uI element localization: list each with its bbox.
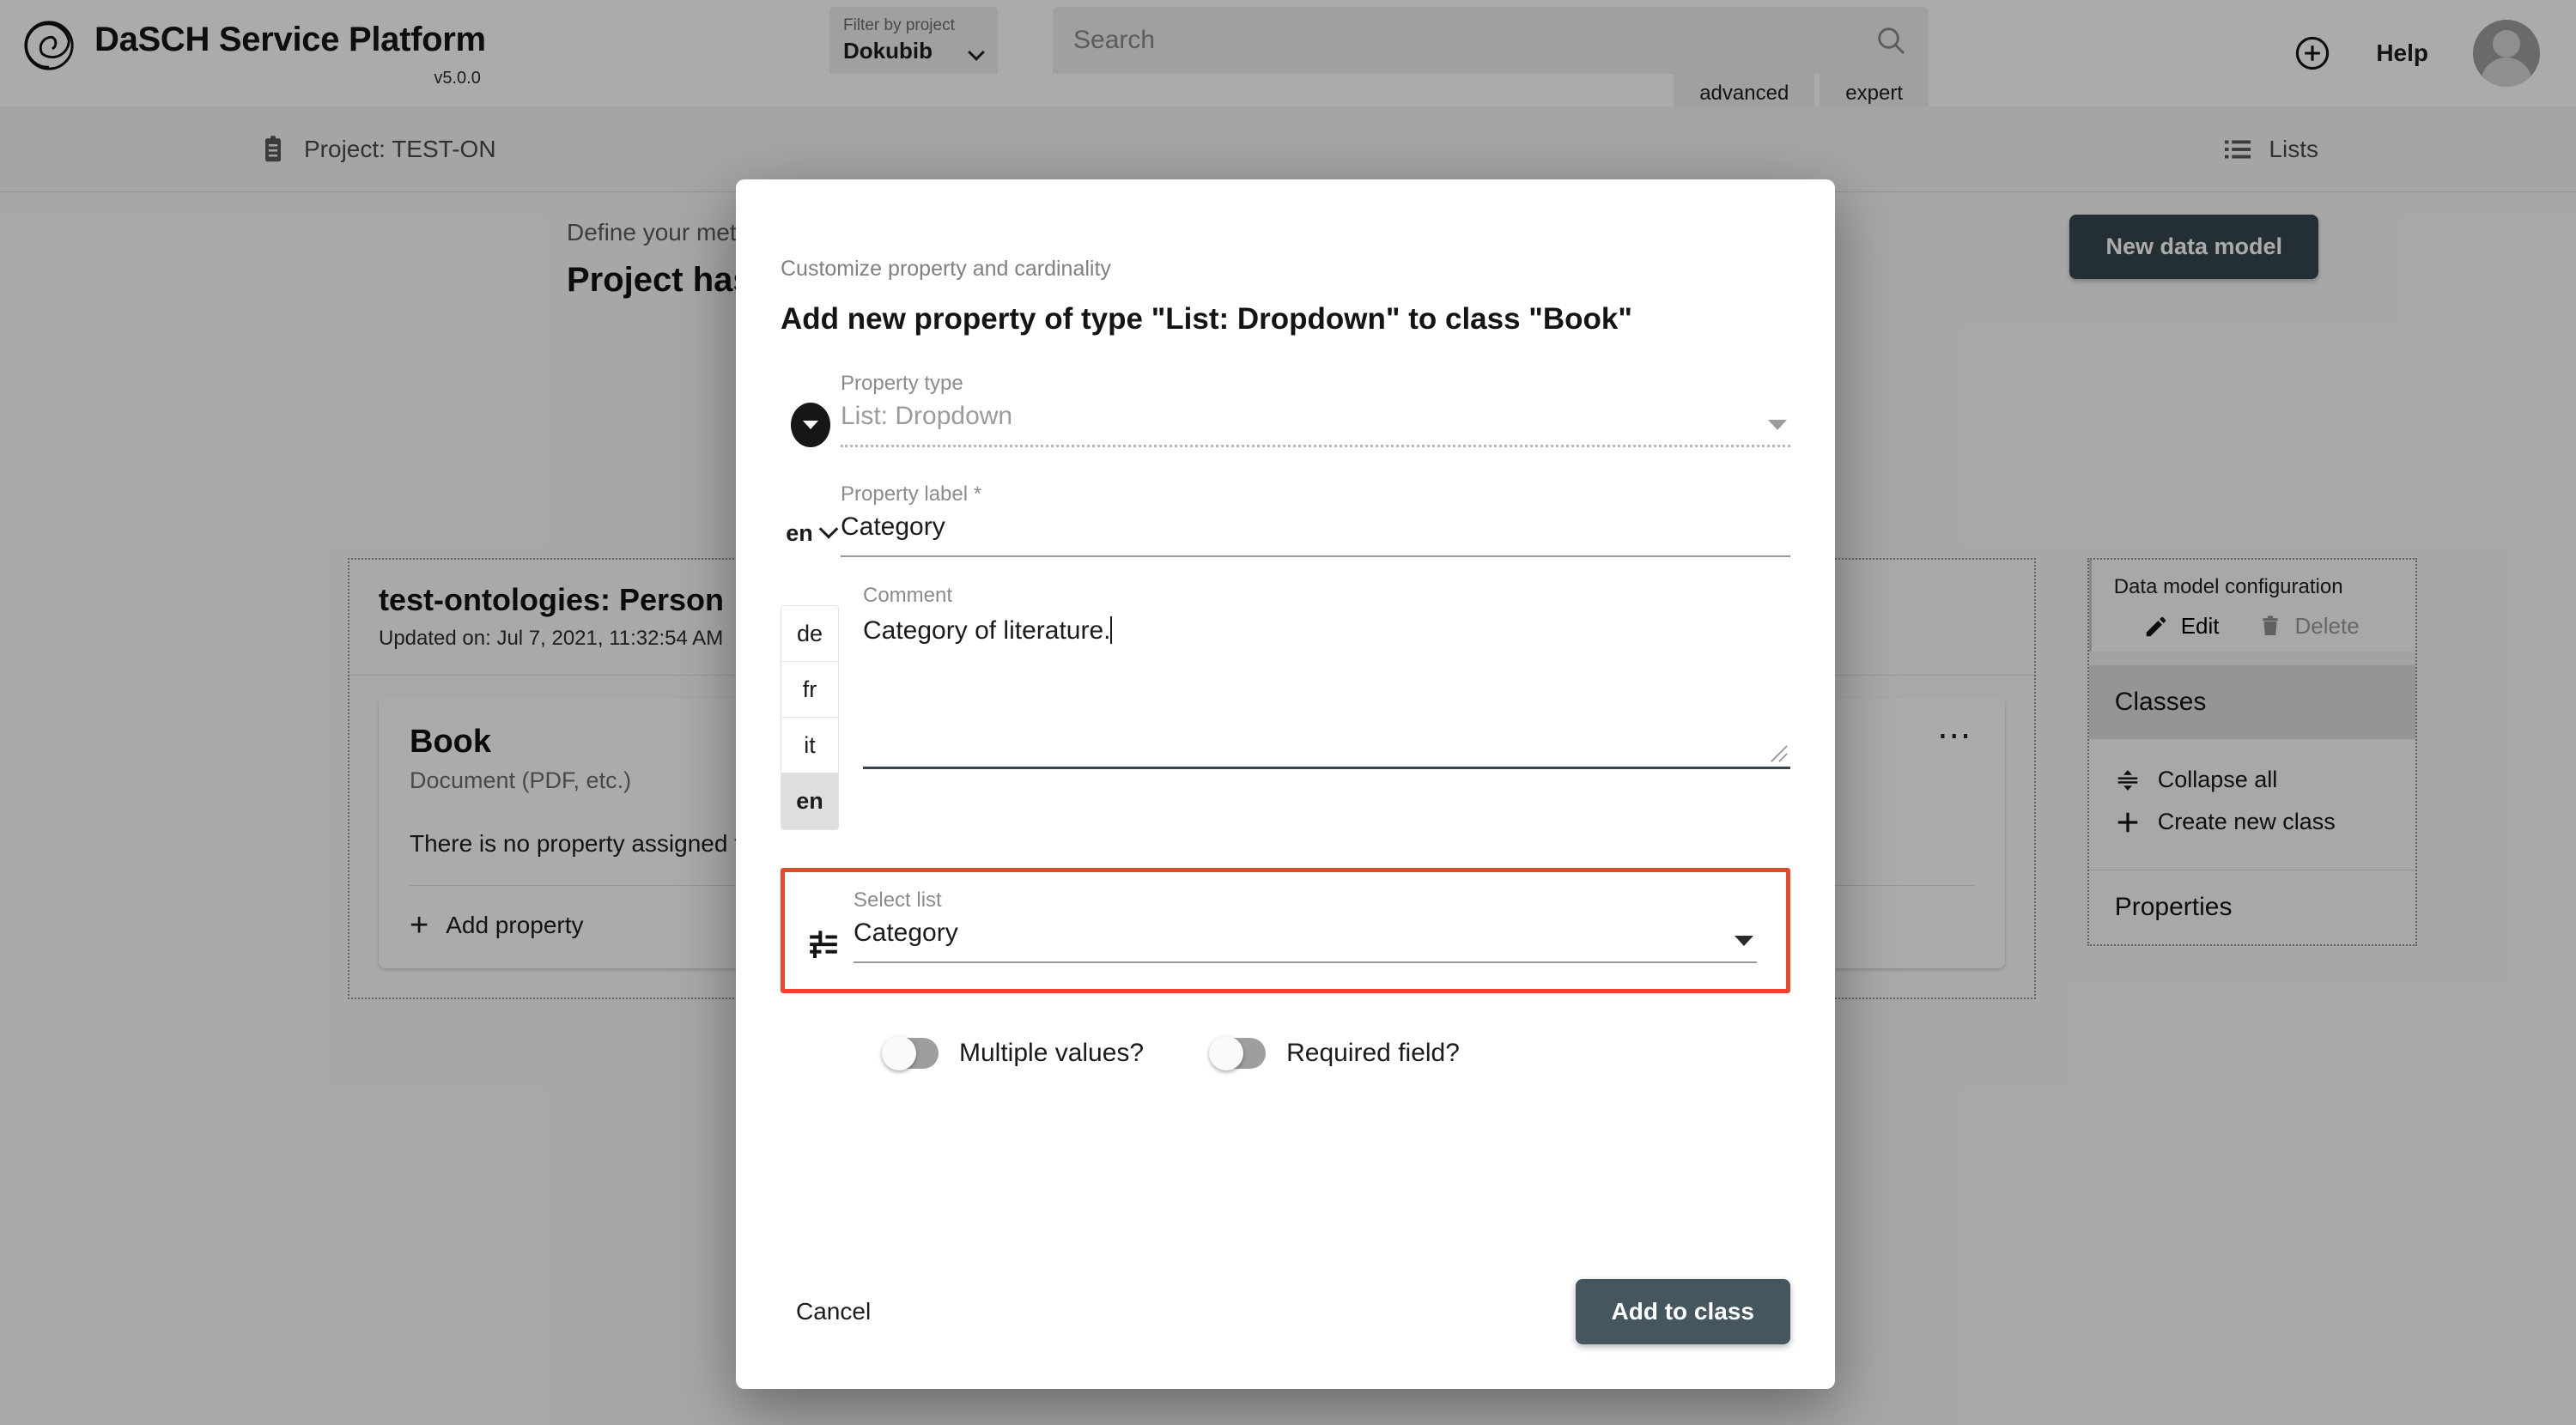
tune-sliders-icon	[810, 931, 837, 958]
comment-value: Category of literature.	[863, 616, 1111, 645]
comment-lang-en[interactable]: en	[781, 773, 838, 829]
select-list-field[interactable]: Select list Category	[793, 888, 1757, 963]
toggle-switch[interactable]	[1209, 1036, 1267, 1070]
toggle-knob	[1209, 1036, 1244, 1070]
property-label-underline	[841, 555, 1790, 557]
select-list-lead	[793, 929, 854, 963]
select-list-underline	[854, 961, 1757, 963]
comment-field: de fr it en Comment Category of literatu…	[781, 583, 1790, 830]
comment-caption: Comment	[863, 584, 953, 607]
comment-lang-it[interactable]: it	[781, 718, 838, 773]
property-type-lead	[781, 403, 841, 447]
cancel-button[interactable]: Cancel	[781, 1286, 886, 1337]
chevron-down-icon	[818, 518, 839, 539]
dialog-eyebrow: Customize property and cardinality	[781, 257, 1111, 281]
dropdown-type-icon	[791, 403, 830, 447]
text-caret	[1110, 616, 1113, 644]
property-type-field[interactable]: Property type List: Dropdown	[781, 371, 1790, 447]
toggle-knob	[882, 1036, 916, 1070]
required-field-label: Required field?	[1286, 1039, 1460, 1067]
dialog-footer: Cancel Add to class	[781, 1279, 1790, 1344]
comment-underline	[863, 767, 1790, 769]
property-label-value[interactable]: Category	[841, 507, 1790, 555]
property-label-language: en	[786, 520, 813, 546]
select-list-label: Select list	[854, 888, 942, 912]
property-type-underline	[841, 445, 1790, 447]
property-label-field[interactable]: en Property label * Category	[781, 482, 1790, 557]
comment-textarea[interactable]: Category of literature.	[863, 614, 1790, 767]
property-type-value: List: Dropdown	[841, 402, 1013, 430]
comment-language-tabs: de fr it en	[781, 605, 839, 830]
comment-lang-de[interactable]: de	[781, 606, 838, 662]
chevron-down-icon	[1768, 420, 1787, 430]
dialog-title: Add new property of type "List: Dropdown…	[781, 302, 1632, 336]
select-list-highlight: Select list Category	[781, 868, 1790, 993]
property-type-label: Property type	[841, 372, 963, 395]
property-label-caption: Property label *	[841, 482, 982, 506]
add-property-dialog: Customize property and cardinality Add n…	[736, 179, 1835, 1389]
toggle-switch[interactable]	[882, 1036, 939, 1070]
multiple-values-toggle[interactable]: Multiple values?	[882, 1036, 1145, 1070]
toggle-row: Multiple values? Required field?	[781, 1036, 1790, 1070]
select-list-value: Category	[854, 919, 958, 947]
chevron-down-icon	[1735, 936, 1753, 946]
multiple-values-label: Multiple values?	[959, 1039, 1145, 1067]
add-to-class-button[interactable]: Add to class	[1575, 1279, 1790, 1344]
app-root: DaSCH Service Platform v5.0.0 Filter by …	[0, 0, 2576, 1425]
resize-handle[interactable]	[1770, 744, 1789, 763]
required-field-toggle[interactable]: Required field?	[1209, 1036, 1460, 1070]
comment-lang-fr[interactable]: fr	[781, 662, 838, 718]
property-label-lang-selector[interactable]: en	[781, 518, 841, 557]
